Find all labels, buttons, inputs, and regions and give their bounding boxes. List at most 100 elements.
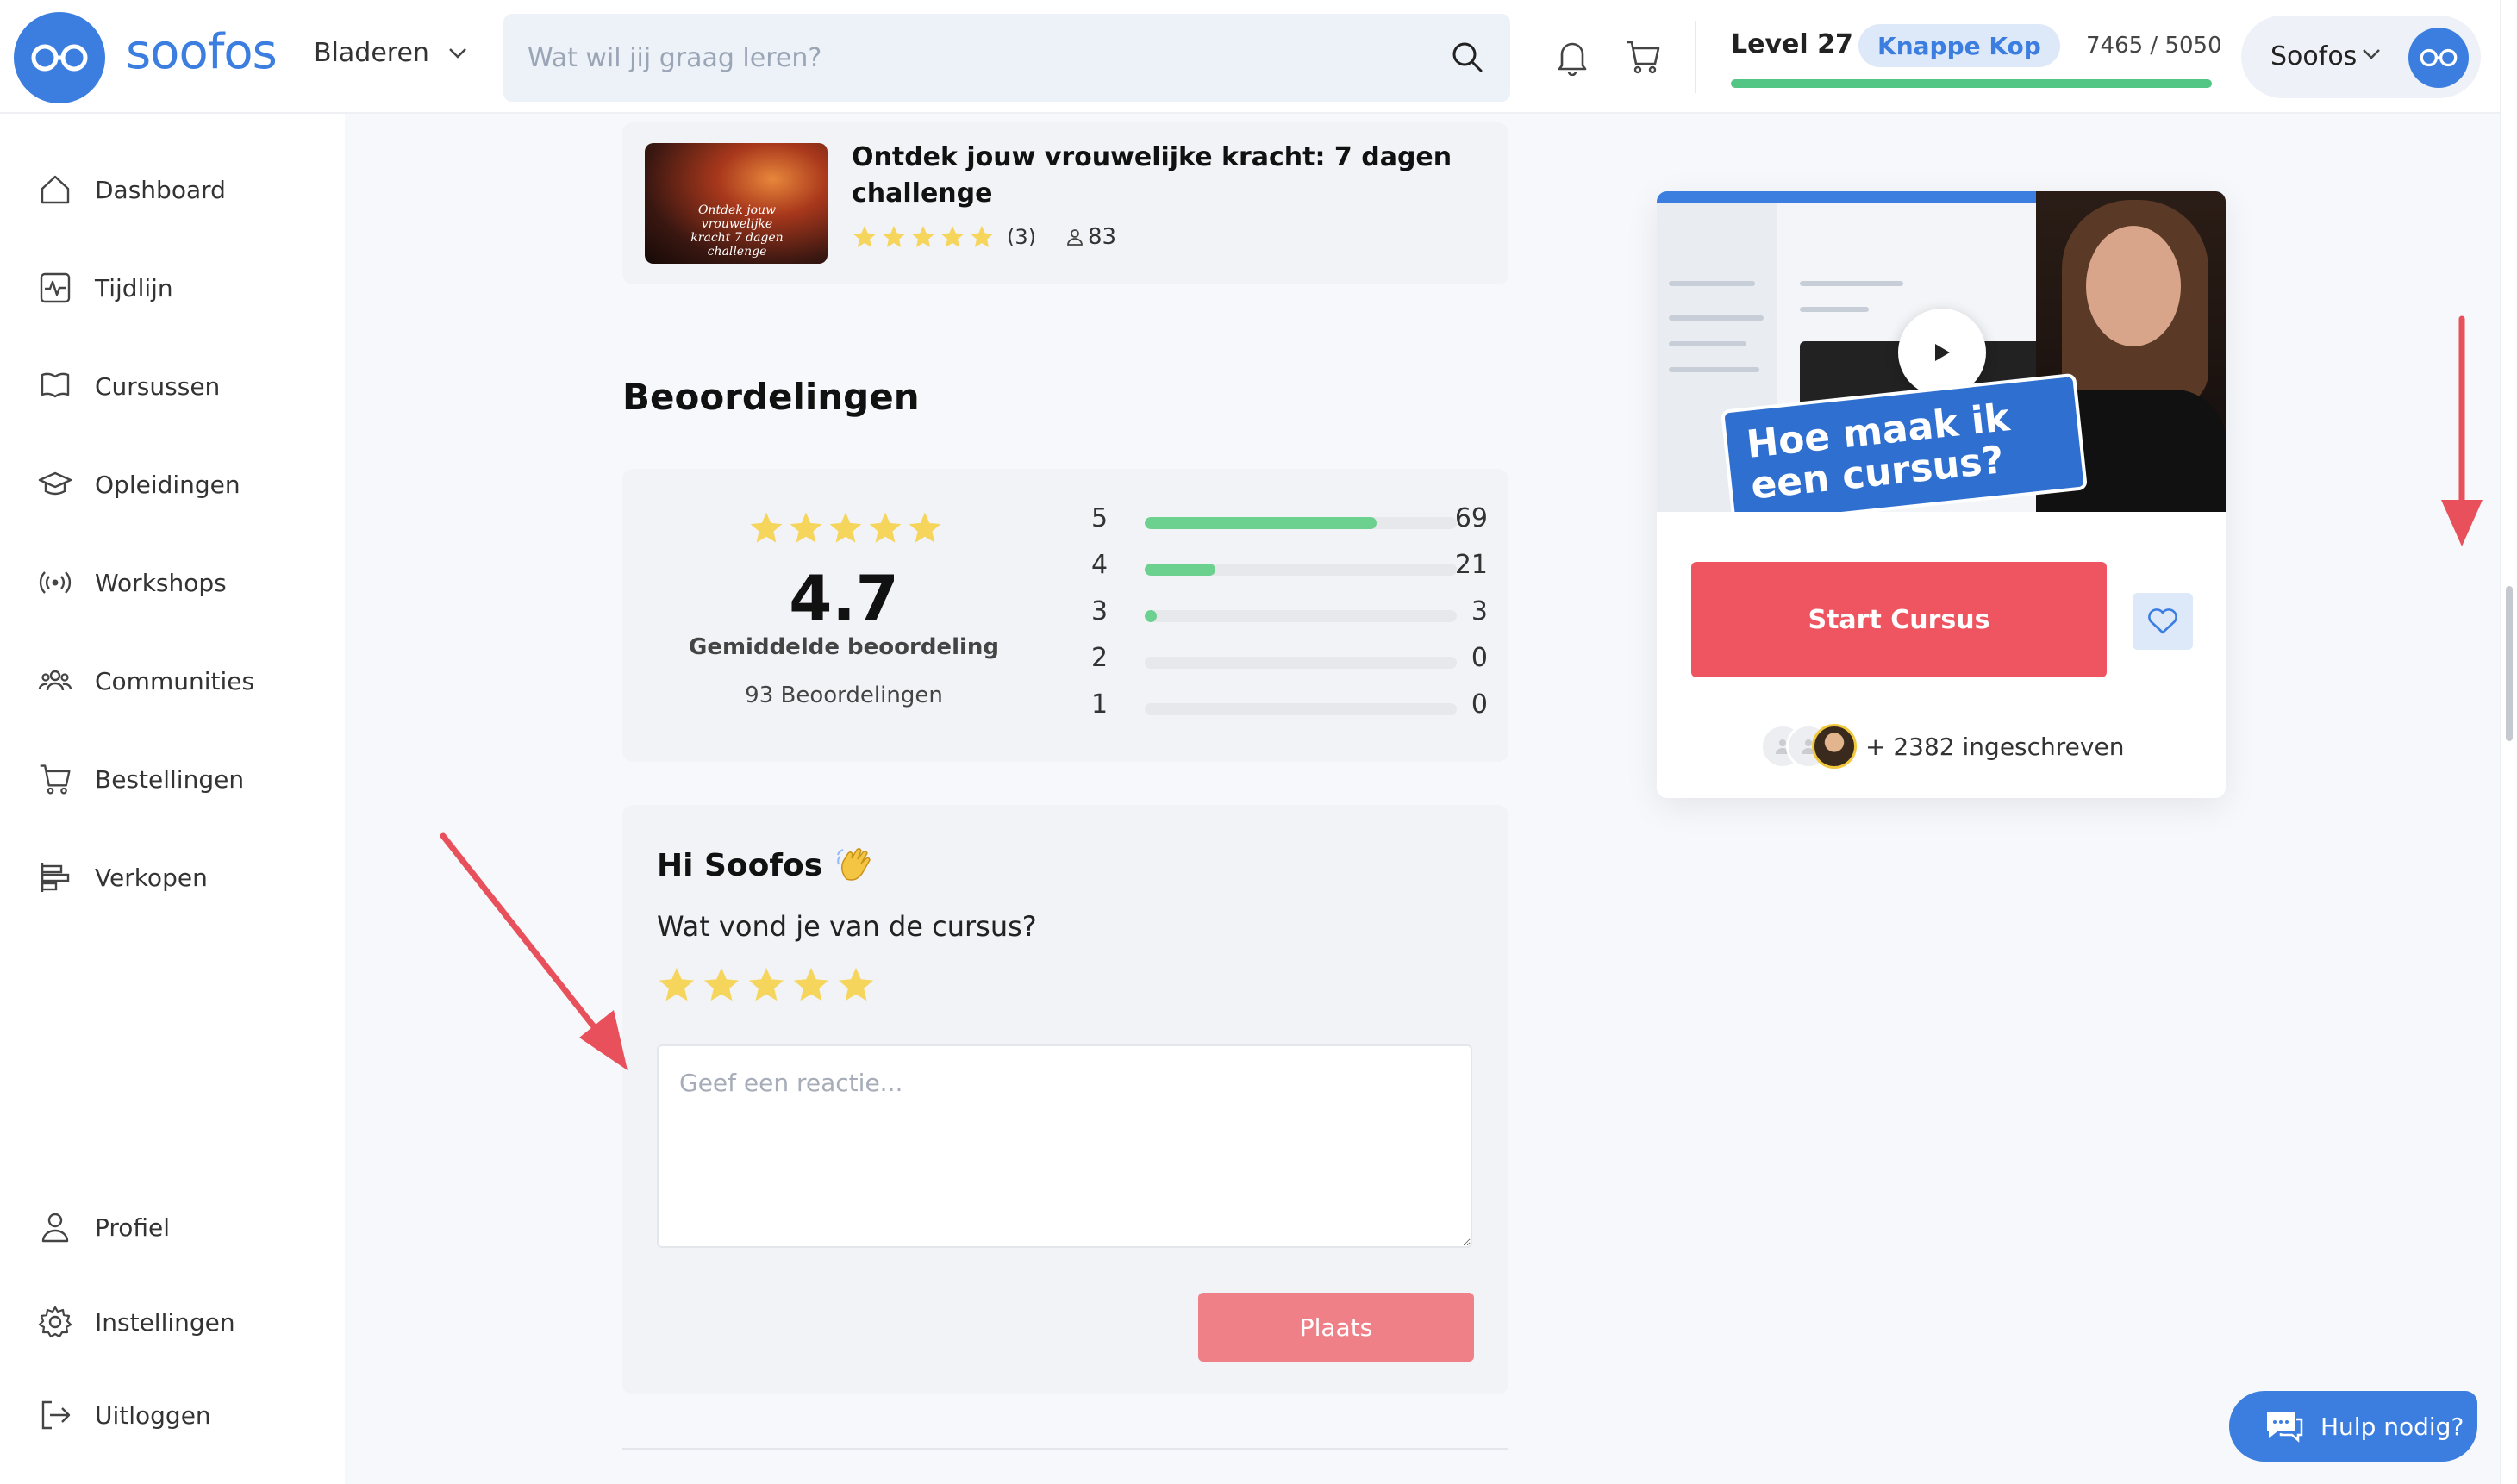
book-icon bbox=[41, 372, 70, 398]
activity-icon bbox=[40, 272, 71, 303]
star-icon[interactable] bbox=[702, 965, 741, 1005]
sidebar-item-label: Tijdlijn bbox=[95, 273, 173, 302]
rating-star-label: 5 bbox=[1091, 503, 1109, 533]
sidebar-item-instellingen[interactable]: Instellingen bbox=[38, 1296, 235, 1348]
rating-count: 3 bbox=[1471, 596, 1488, 627]
cart-icon[interactable] bbox=[1624, 38, 1662, 76]
rating-bar bbox=[1145, 564, 1457, 576]
chevron-down-icon bbox=[449, 47, 466, 59]
rating-row: 4 21 bbox=[1091, 550, 1488, 584]
logo-wordmark[interactable]: soofos bbox=[126, 24, 278, 80]
review-greeting: Hi Soofos bbox=[657, 845, 876, 886]
video-preview[interactable]: Hoe maak ik een cursus? bbox=[1657, 191, 2226, 512]
chevron-down-icon bbox=[2363, 49, 2380, 59]
thumbnail-text: Ontdek jouw vrouwelijke kracht 7 dagen c… bbox=[690, 203, 784, 259]
cart-icon bbox=[40, 764, 71, 795]
rating-row: 10 bbox=[1091, 689, 1488, 724]
rating-star-label: 2 bbox=[1091, 643, 1109, 673]
star-icon[interactable] bbox=[746, 965, 786, 1005]
sidebar-item-dashboard[interactable]: Dashboard bbox=[38, 164, 226, 215]
enrollment-info: + 2382 ingeschreven bbox=[1760, 724, 2124, 769]
ratings-summary: 4.7 Gemiddelde beoordeling 93 Beoordelin… bbox=[622, 469, 1508, 762]
broadcast-icon bbox=[39, 571, 72, 594]
submit-review-button[interactable]: Plaats bbox=[1198, 1293, 1474, 1362]
sidebar-item-uitloggen[interactable]: Uitloggen bbox=[38, 1389, 211, 1441]
mockup-line bbox=[1669, 367, 1759, 372]
sidebar-item-label: Instellingen bbox=[95, 1307, 235, 1337]
home-icon bbox=[41, 175, 70, 204]
star-icon[interactable] bbox=[836, 965, 876, 1005]
scrollbar[interactable] bbox=[2500, 0, 2517, 1484]
average-stars bbox=[748, 510, 943, 546]
rating-star-label: 1 bbox=[1091, 689, 1109, 720]
course-thumbnail: Ontdek jouw vrouwelijke kracht 7 dagen c… bbox=[645, 143, 828, 264]
sidebar-item-communities[interactable]: Communities bbox=[38, 655, 254, 707]
course-meta: (3) 83 bbox=[852, 224, 1116, 250]
sidebar-item-tijdlijn[interactable]: Tijdlijn bbox=[38, 262, 173, 314]
avatar-stack bbox=[1760, 724, 1857, 769]
star-icon bbox=[869, 512, 902, 543]
rating-bar-fill bbox=[1145, 564, 1215, 576]
rating-count: 0 bbox=[1471, 689, 1488, 720]
rating-bar-fill bbox=[1145, 517, 1377, 529]
bell-icon[interactable] bbox=[1555, 38, 1590, 76]
rating-count: 21 bbox=[1454, 550, 1488, 580]
star-icon bbox=[829, 512, 862, 543]
user-menu[interactable]: Soofos bbox=[2241, 16, 2481, 98]
start-course-button[interactable]: Start Cursus bbox=[1691, 562, 2107, 677]
sidebar-item-label: Opleidingen bbox=[95, 470, 240, 499]
sidebar-item-label: Cursussen bbox=[95, 371, 221, 401]
student-count: 83 bbox=[1088, 224, 1117, 250]
review-textarea[interactable] bbox=[657, 1044, 1472, 1248]
chart-bars-icon bbox=[41, 863, 70, 892]
help-button[interactable]: Hulp nodig? bbox=[2229, 1391, 2477, 1462]
browse-dropdown[interactable]: Bladeren bbox=[314, 38, 467, 68]
scrollbar-thumb[interactable] bbox=[2506, 586, 2513, 741]
sidebar-item-verkopen[interactable]: Verkopen bbox=[38, 851, 208, 903]
sidebar-item-bestellingen[interactable]: Bestellingen bbox=[38, 753, 244, 805]
annotation-arrow bbox=[2441, 315, 2483, 546]
rating-row: 20 bbox=[1091, 643, 1488, 677]
review-count: 93 Beoordelingen bbox=[745, 683, 943, 708]
logo-icon[interactable] bbox=[14, 12, 105, 103]
user-icon bbox=[41, 1213, 69, 1243]
star-icon[interactable] bbox=[791, 965, 831, 1005]
chat-icon bbox=[2267, 1412, 2303, 1443]
related-course-card[interactable]: Ontdek jouw vrouwelijke kracht 7 dagen c… bbox=[622, 122, 1508, 284]
rating-star-label: 4 bbox=[1091, 550, 1109, 580]
mockup-line bbox=[1669, 341, 1746, 346]
avatar bbox=[1812, 724, 1857, 769]
star-icon bbox=[882, 225, 906, 247]
avatar bbox=[2408, 28, 2469, 88]
help-label: Hulp nodig? bbox=[2320, 1412, 2464, 1441]
rating-bar bbox=[1145, 610, 1457, 622]
average-label: Gemiddelde beoordeling bbox=[688, 634, 1000, 660]
star-icon[interactable] bbox=[657, 965, 696, 1005]
sidebar-item-opleidingen[interactable]: Opleidingen bbox=[38, 458, 240, 510]
star-icon bbox=[970, 225, 994, 247]
annotation-arrow bbox=[440, 832, 628, 1070]
search-input[interactable] bbox=[528, 14, 1390, 102]
sidebar-item-cursussen[interactable]: Cursussen bbox=[38, 360, 220, 412]
course-title[interactable]: Ontdek jouw vrouwelijke kracht: 7 dagen … bbox=[852, 140, 1455, 212]
star-icon bbox=[853, 225, 877, 247]
sidebar-item-label: Profiel bbox=[95, 1213, 171, 1242]
xp-progress-fill bbox=[1731, 79, 2212, 88]
user-name: Soofos bbox=[2270, 41, 2358, 72]
rating-bar bbox=[1145, 517, 1457, 529]
graduation-cap-icon bbox=[38, 471, 72, 496]
search-icon[interactable] bbox=[1450, 40, 1484, 74]
top-header: soofos Bladeren Level 27 Knappe Kop 7465… bbox=[0, 0, 2500, 114]
rating-row: 5 69 bbox=[1091, 503, 1488, 538]
waving-hand-icon bbox=[837, 847, 871, 881]
sidebar-item-profiel[interactable]: Profiel bbox=[38, 1201, 170, 1253]
rating-input bbox=[657, 965, 876, 1005]
favorite-button[interactable] bbox=[2133, 593, 2193, 650]
rating-count: 69 bbox=[1454, 503, 1488, 533]
level-badge: Knappe Kop bbox=[1858, 24, 2060, 67]
logout-icon bbox=[41, 1400, 71, 1430]
sidebar-item-workshops[interactable]: Workshops bbox=[38, 557, 227, 608]
rating-bar-fill bbox=[1145, 610, 1158, 622]
review-form: Hi Soofos Wat vond je van de cursus? Pla… bbox=[622, 805, 1508, 1394]
heart-icon bbox=[2148, 608, 2177, 634]
